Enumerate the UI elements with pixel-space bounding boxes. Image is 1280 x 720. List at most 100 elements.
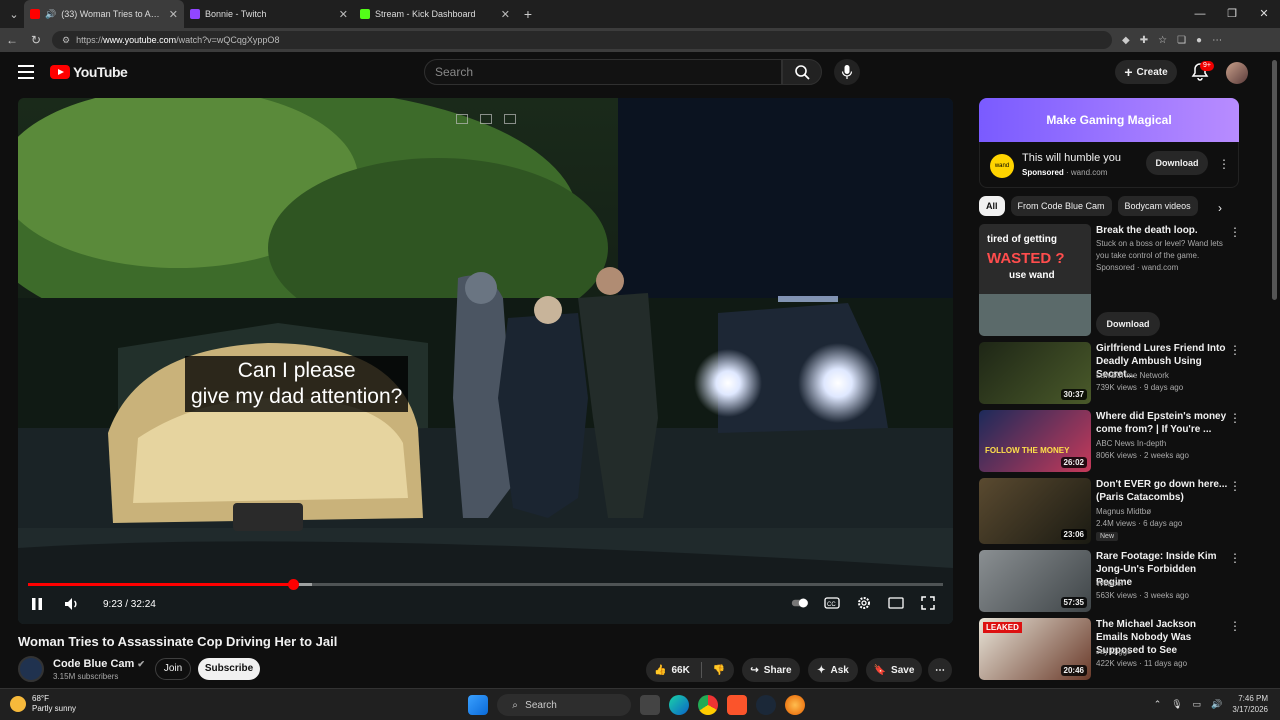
fullscreen-icon[interactable] <box>919 595 937 611</box>
video-thumbnail[interactable]: tired of getting WASTED ? use wand <box>979 224 1091 336</box>
list-item[interactable]: FOLLOW THE MONEY 26:02 Where did Epstein… <box>979 410 1249 472</box>
firefox-icon[interactable] <box>785 695 805 715</box>
volume-tray-icon[interactable]: 🔊 <box>1211 699 1222 710</box>
close-tab-icon[interactable]: ✕ <box>169 8 178 21</box>
speaker-icon[interactable]: 🔊 <box>45 9 56 20</box>
tab-search-button[interactable]: ⌄ <box>4 4 24 24</box>
more-actions-button[interactable]: ⋯ <box>928 658 952 682</box>
network-icon[interactable]: ▭ <box>1193 699 1202 710</box>
item-title[interactable]: Where did Epstein's money come from? | I… <box>1096 410 1228 436</box>
theater-mode-icon[interactable] <box>887 595 905 611</box>
taskbar-apps: ⌕ Search <box>468 694 805 716</box>
restore-icon[interactable]: ❐ <box>1216 0 1248 28</box>
video-player[interactable]: Can I please give my dad attention? 9:23 … <box>18 98 953 624</box>
save-button[interactable]: 🔖 Save <box>866 658 922 682</box>
more-vertical-icon[interactable]: ⋮ <box>1229 480 1241 492</box>
volume-button[interactable] <box>64 594 80 614</box>
more-vertical-icon[interactable]: ⋮ <box>1229 226 1241 238</box>
search-input[interactable]: Search <box>424 59 782 85</box>
channel-avatar[interactable] <box>18 656 44 682</box>
edge-icon[interactable] <box>669 695 689 715</box>
screenshot-icon[interactable] <box>456 114 468 124</box>
share-button[interactable]: ↪ Share <box>742 658 800 682</box>
thumb-text: tired of getting <box>987 234 1057 245</box>
close-window-icon[interactable]: ✕ <box>1248 0 1280 28</box>
chrome-icon[interactable] <box>698 695 718 715</box>
brave-icon[interactable] <box>727 695 747 715</box>
close-tab-icon[interactable]: ✕ <box>339 8 348 21</box>
more-vertical-icon[interactable]: ⋮ <box>1229 552 1241 564</box>
video-thumbnail[interactable]: 30:37 <box>979 342 1091 404</box>
windows-start-icon[interactable] <box>468 695 488 715</box>
settings-gear-icon[interactable] <box>855 595 873 611</box>
back-icon[interactable]: ← <box>0 33 24 47</box>
account-avatar[interactable] <box>1226 62 1248 84</box>
youtube-logo[interactable]: YouTube <box>50 64 128 80</box>
video-thumbnail[interactable]: FOLLOW THE MONEY 26:02 <box>979 410 1091 472</box>
favorites-icon[interactable]: ☆ <box>1158 35 1167 46</box>
close-tab-icon[interactable]: ✕ <box>501 8 510 21</box>
puzzle-icon[interactable]: ✚ <box>1140 35 1148 46</box>
tab-kick[interactable]: Stream - Kick Dashboard ✕ <box>354 0 516 28</box>
new-tab-icon[interactable]: + <box>516 6 540 22</box>
item-title[interactable]: Break the death loop. <box>1096 224 1228 237</box>
list-item[interactable]: 30:37 Girlfriend Lures Friend Into Deadl… <box>979 342 1249 404</box>
ask-button[interactable]: ✦ Ask <box>808 658 858 682</box>
video-thumbnail[interactable]: 57:35 <box>979 550 1091 612</box>
create-button[interactable]: + Create <box>1115 60 1177 84</box>
task-view-icon[interactable] <box>640 695 660 715</box>
ad-banner[interactable]: Make Gaming Magical <box>979 98 1239 142</box>
search-button[interactable] <box>782 59 822 85</box>
chip-all[interactable]: All <box>979 196 1005 216</box>
mic-tray-icon[interactable]: 🎙 <box>1171 699 1182 710</box>
list-item[interactable]: tired of getting WASTED ? use wand Break… <box>979 224 1249 336</box>
url-field[interactable]: ⚙ https://www.youtube.com/watch?v=wQCqgX… <box>52 31 1112 49</box>
video-thumbnail[interactable]: 23:06 <box>979 478 1091 544</box>
site-info-icon[interactable]: ⚙ <box>62 35 70 46</box>
page-scrollbar[interactable] <box>1270 52 1280 688</box>
video-overlay-icon[interactable] <box>480 114 492 124</box>
tab-youtube[interactable]: 🔊 (33) Woman Tries to Assassinate ✕ <box>24 0 184 28</box>
taskbar-search-label: Search <box>525 699 557 711</box>
voice-search-button[interactable] <box>834 59 860 85</box>
tab-twitch[interactable]: Bonnie - Twitch ✕ <box>184 0 354 28</box>
chip-from-channel[interactable]: From Code Blue Cam <box>1010 196 1112 216</box>
like-button[interactable]: 👍 66K <box>654 665 690 676</box>
extension-icon[interactable]: ◆ <box>1122 35 1130 46</box>
more-icon[interactable]: ⋯ <box>1212 35 1222 46</box>
clock[interactable]: 7:46 PM 3/17/2026 <box>1232 693 1268 715</box>
list-item[interactable]: 23:06 Don't EVER go down here... (Paris … <box>979 478 1249 544</box>
profile-icon[interactable]: ● <box>1196 35 1202 46</box>
channel-name[interactable]: Code Blue Cam ✔ <box>53 658 145 670</box>
weather-widget[interactable]: 68°F Partly sunny <box>10 694 76 714</box>
download-button[interactable]: Download <box>1096 312 1160 336</box>
menu-icon[interactable] <box>18 65 34 79</box>
more-vertical-icon[interactable]: ⋮ <box>1229 620 1241 632</box>
video-thumbnail[interactable]: LEAKED 20:46 <box>979 618 1091 680</box>
chevron-right-icon[interactable]: › <box>1218 201 1222 215</box>
item-title[interactable]: Don't EVER go down here... (Paris Cataco… <box>1096 478 1228 504</box>
ad-info-row[interactable]: wand This will humble you Sponsored · wa… <box>979 142 1239 188</box>
progress-bar[interactable] <box>28 579 943 590</box>
youtube-play-icon <box>50 65 70 79</box>
more-vertical-icon[interactable]: ⋮ <box>1229 344 1241 356</box>
steam-icon[interactable] <box>756 695 776 715</box>
join-button[interactable]: Join <box>155 658 191 680</box>
tray-overflow-icon[interactable]: ⌃ <box>1154 699 1162 710</box>
ad-download-button[interactable]: Download <box>1146 151 1208 175</box>
subscribe-button[interactable]: Subscribe <box>198 658 260 680</box>
autoplay-toggle[interactable] <box>791 595 809 611</box>
list-item[interactable]: 57:35 Rare Footage: Inside Kim Jong-Un's… <box>979 550 1249 612</box>
translate-icon[interactable] <box>504 114 516 124</box>
more-vertical-icon[interactable]: ⋮ <box>1229 412 1241 424</box>
reload-icon[interactable]: ↻ <box>24 33 48 47</box>
collections-icon[interactable]: ❏ <box>1177 35 1186 46</box>
thumbs-down-icon[interactable]: 👎 <box>713 665 725 676</box>
minimize-icon[interactable]: — <box>1184 0 1216 28</box>
taskbar-search[interactable]: ⌕ Search <box>497 694 631 716</box>
captions-icon[interactable]: CC <box>823 595 841 611</box>
pause-button[interactable] <box>30 594 44 614</box>
chip-bodycam[interactable]: Bodycam videos <box>1117 196 1198 216</box>
ad-more-icon[interactable]: ⋮ <box>1218 158 1230 170</box>
list-item[interactable]: LEAKED 20:46 The Michael Jackson Emails … <box>979 618 1249 680</box>
